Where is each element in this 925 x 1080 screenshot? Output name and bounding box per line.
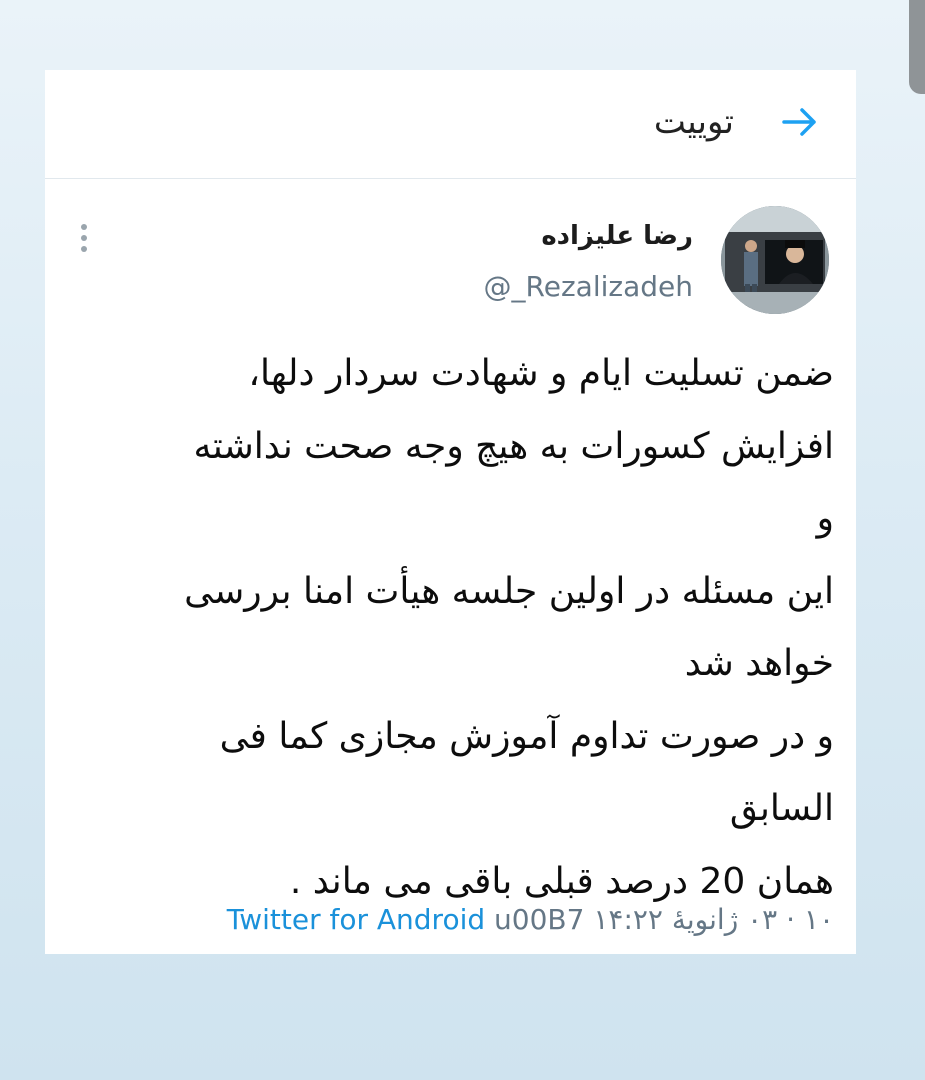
tweet-line: و (816, 498, 834, 539)
tweet-line: السابق (729, 788, 834, 829)
scrollbar-thumb[interactable] (909, 0, 925, 94)
arrow-right-icon[interactable] (780, 106, 820, 138)
top-bar: توییت (45, 70, 856, 179)
timestamp: ١۴:١٠ · ٠٣ ژانویهٔ ٢٢ (593, 903, 834, 936)
source-link[interactable]: Twitter for Android (227, 903, 485, 936)
tweet-line: خواهد شد (684, 643, 834, 684)
avatar[interactable] (721, 206, 829, 314)
page-title: توییت (653, 102, 734, 142)
author-username[interactable]: @_Rezalizadeh (484, 268, 693, 306)
tweet-text: ضمن تسلیت ایام و شهادت سردار دلها، افزای… (73, 338, 834, 918)
meta-separator: u00B7 (494, 903, 585, 936)
tweet-line: افزایش کسورات به هیچ وجه صحت نداشته (193, 425, 834, 467)
tweet-line: این مسئله در اولین جلسه هیأت امنا بررسی (184, 570, 834, 612)
tweet-card: توییت رضا علیزاده @_Rezalizadeh ضمن تسلی… (45, 70, 856, 954)
author-display-name[interactable]: رضا علیزاده (541, 218, 693, 254)
more-vertical-icon[interactable] (79, 222, 89, 254)
tweet-line: و در صورت تداوم آموزش مجازی کما فی (219, 715, 834, 757)
tweet-meta: Twitter for Android u00B7 ١۴:١٠ · ٠٣ ژان… (65, 902, 834, 938)
tweet-line: ضمن تسلیت ایام و شهادت سردار دلها، (248, 353, 834, 394)
